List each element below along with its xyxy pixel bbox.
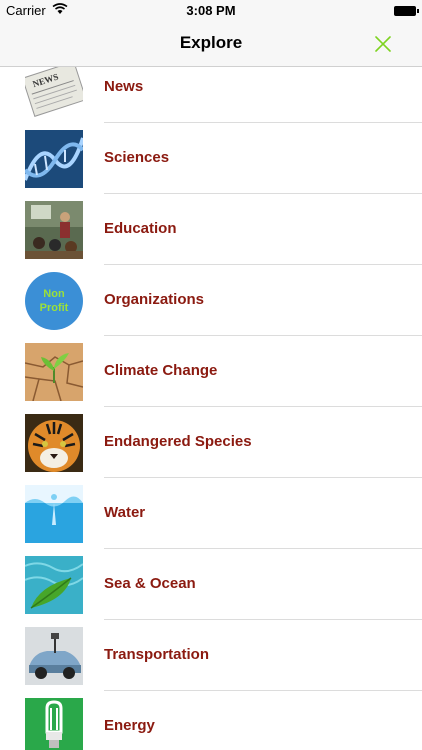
category-label: Climate Change (104, 362, 218, 379)
category-label: Water (104, 504, 146, 521)
category-row[interactable]: Energy (0, 691, 422, 750)
category-label: Education (104, 220, 177, 237)
category-label: Energy (104, 717, 155, 734)
leaf-in-sea-icon (25, 556, 83, 614)
battery-icon (394, 6, 419, 16)
classroom-icon (25, 201, 83, 259)
close-icon (375, 36, 391, 52)
status-bar: Carrier 3:08 PM (0, 0, 422, 22)
dna-helix-icon (25, 130, 83, 188)
sprout-dry-soil-icon (25, 343, 83, 401)
category-row[interactable]: Sea & Ocean (0, 549, 422, 620)
category-label: Sciences (104, 149, 170, 166)
category-row[interactable]: Sciences (0, 123, 422, 194)
close-button[interactable] (372, 33, 394, 55)
electric-car-icon (25, 627, 83, 685)
category-row[interactable]: Endangered Species (0, 407, 422, 478)
category-row[interactable]: NEWS News (0, 67, 422, 123)
badge-text: Non (43, 288, 65, 300)
category-label: Endangered Species (104, 433, 252, 450)
status-time: 3:08 PM (186, 3, 236, 18)
tiger-icon (25, 414, 83, 472)
category-label: Organizations (104, 291, 205, 308)
newspaper-icon: NEWS (25, 67, 83, 117)
cfl-bulb-icon (25, 698, 83, 750)
category-row[interactable]: Climate Change (0, 336, 422, 407)
page-title: Explore (179, 33, 243, 52)
category-label: News (104, 78, 144, 95)
category-row[interactable]: Transportation (0, 620, 422, 691)
category-label: Transportation (104, 646, 210, 663)
nonprofit-badge-icon: Non Profit (25, 272, 83, 330)
category-row[interactable]: Education (0, 194, 422, 265)
category-label: Sea & Ocean (104, 575, 196, 592)
badge-text: Profit (40, 302, 69, 314)
category-row[interactable]: Water (0, 478, 422, 549)
category-list: NEWS News Sciences Education Non Profit Or… (0, 67, 422, 750)
navigation-bar: Explore (0, 22, 422, 67)
water-splash-icon (25, 485, 83, 543)
category-row[interactable]: Non Profit Organizations (0, 265, 422, 336)
